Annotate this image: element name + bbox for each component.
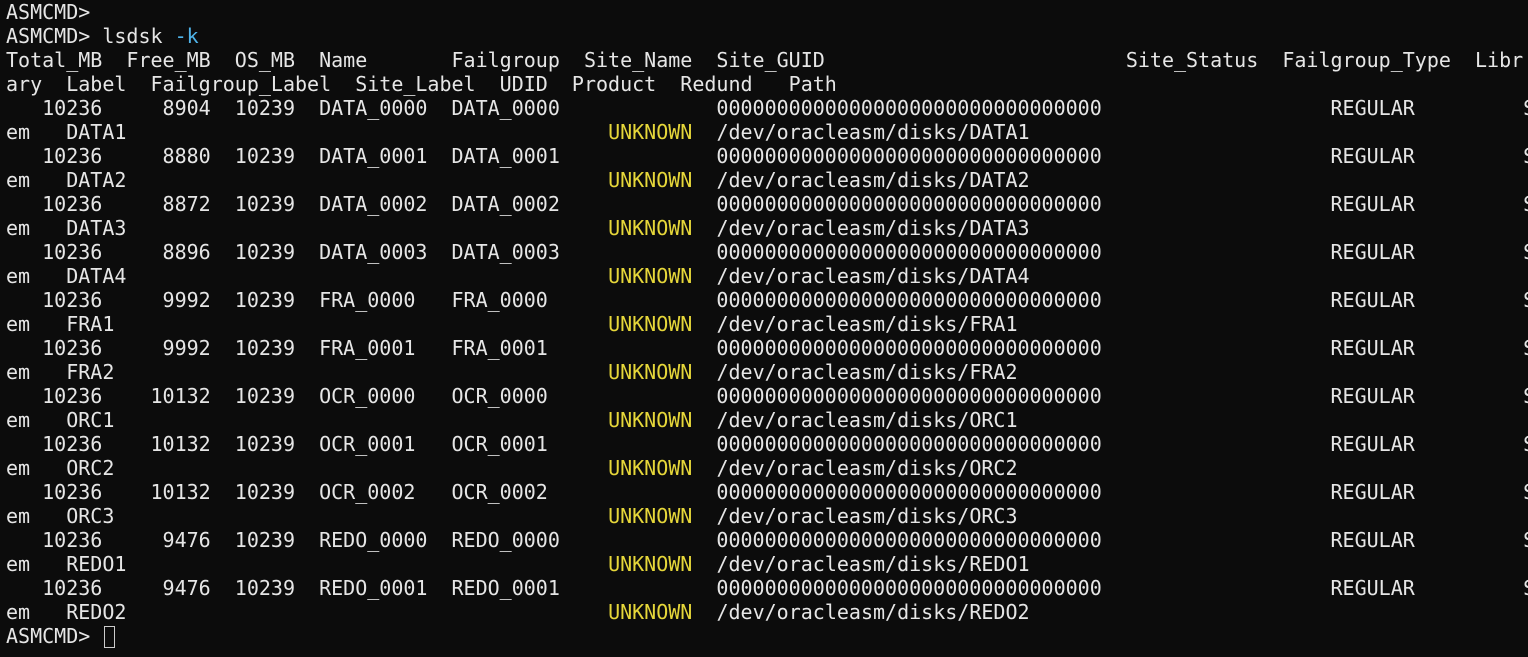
disk-row-wrap-line: em ORC3 UNKNOWN /dev/oracleasm/disks/ORC… [6,504,1528,528]
disk-row-line: 10236 8904 10239 DATA_0000 DATA_0000 000… [6,96,1528,120]
disk-path: /dev/oracleasm/disks/ORC1 [716,408,1018,432]
disk-row-wrap-line: em REDO2 UNKNOWN /dev/oracleasm/disks/RE… [6,600,1528,624]
redundancy-status: UNKNOWN [608,264,693,288]
prompt: ASMCMD> [6,624,91,648]
command-line: ASMCMD> lsdsk -k [6,24,1528,48]
redundancy-status: UNKNOWN [608,600,693,624]
wrap-prefix: em REDO2 [6,600,609,624]
disk-list: 10236 8904 10239 DATA_0000 DATA_0000 000… [6,96,1528,624]
disk-path: /dev/oracleasm/disks/DATA3 [716,216,1030,240]
disk-path: /dev/oracleasm/disks/FRA1 [716,312,1018,336]
wrap-prefix: em ORC1 [6,408,609,432]
redundancy-status: UNKNOWN [608,120,693,144]
wrap-prefix: em DATA4 [6,264,609,288]
disk-row-line: 10236 8880 10239 DATA_0001 DATA_0001 000… [6,144,1528,168]
disk-row-wrap-line: em ORC1 UNKNOWN /dev/oracleasm/disks/ORC… [6,408,1528,432]
wrap-prefix: em REDO1 [6,552,609,576]
redundancy-status: UNKNOWN [608,408,693,432]
wrap-prefix: em FRA2 [6,360,609,384]
disk-row-wrap-line: em DATA3 UNKNOWN /dev/oracleasm/disks/DA… [6,216,1528,240]
wrap-prefix: em DATA3 [6,216,609,240]
disk-row-wrap-line: em DATA1 UNKNOWN /dev/oracleasm/disks/DA… [6,120,1528,144]
header-line-2: ary Label Failgroup_Label Site_Label UDI… [6,72,837,96]
disk-path: /dev/oracleasm/disks/ORC2 [716,456,1018,480]
redundancy-status: UNKNOWN [608,552,693,576]
prompt-line: ASMCMD> [6,0,1528,24]
command: lsdsk [102,24,163,48]
active-prompt-line[interactable]: ASMCMD> [6,624,1528,648]
wrap-prefix: em ORC2 [6,456,609,480]
disk-row-line: 10236 9476 10239 REDO_0000 REDO_0000 000… [6,528,1528,552]
disk-path: /dev/oracleasm/disks/REDO1 [716,552,1030,576]
redundancy-status: UNKNOWN [608,312,693,336]
disk-row-line: 10236 10132 10239 OCR_0001 OCR_0001 0000… [6,432,1528,456]
redundancy-status: UNKNOWN [608,504,693,528]
redundancy-status: UNKNOWN [608,456,693,480]
disk-row-wrap-line: em FRA1 UNKNOWN /dev/oracleasm/disks/FRA… [6,312,1528,336]
disk-row-line: 10236 10132 10239 OCR_0002 OCR_0002 0000… [6,480,1528,504]
disk-path: /dev/oracleasm/disks/DATA2 [716,168,1030,192]
redundancy-status: UNKNOWN [608,360,693,384]
disk-path: /dev/oracleasm/disks/DATA1 [716,120,1030,144]
disk-path: /dev/oracleasm/disks/FRA2 [716,360,1018,384]
wrap-prefix: em DATA2 [6,168,609,192]
disk-row-line: 10236 9992 10239 FRA_0000 FRA_0000 00000… [6,288,1528,312]
disk-path: /dev/oracleasm/disks/ORC3 [716,504,1018,528]
disk-row-wrap-line: em ORC2 UNKNOWN /dev/oracleasm/disks/ORC… [6,456,1528,480]
disk-row-wrap-line: em DATA4 UNKNOWN /dev/oracleasm/disks/DA… [6,264,1528,288]
terminal-window[interactable]: ASMCMD> ASMCMD> lsdsk -k Total_MB Free_M… [0,0,1528,657]
disk-row-line: 10236 9476 10239 REDO_0001 REDO_0001 000… [6,576,1528,600]
disk-row-line: 10236 10132 10239 OCR_0000 OCR_0000 0000… [6,384,1528,408]
wrap-prefix: em DATA1 [6,120,609,144]
disk-row-wrap-line: em REDO1 UNKNOWN /dev/oracleasm/disks/RE… [6,552,1528,576]
disk-row-wrap-line: em FRA2 UNKNOWN /dev/oracleasm/disks/FRA… [6,360,1528,384]
disk-path: /dev/oracleasm/disks/REDO2 [716,600,1030,624]
disk-row-line: 10236 9992 10239 FRA_0001 FRA_0001 00000… [6,336,1528,360]
disk-row-line: 10236 8896 10239 DATA_0003 DATA_0003 000… [6,240,1528,264]
disk-path: /dev/oracleasm/disks/DATA4 [716,264,1030,288]
wrap-prefix: em ORC3 [6,504,609,528]
wrap-prefix: em FRA1 [6,312,609,336]
disk-row-wrap-line: em DATA2 UNKNOWN /dev/oracleasm/disks/DA… [6,168,1528,192]
prompt: ASMCMD> [6,24,91,48]
cursor[interactable] [104,626,116,648]
disk-row-line: 10236 8872 10239 DATA_0002 DATA_0002 000… [6,192,1528,216]
header-line-1: Total_MB Free_MB OS_MB Name Failgroup Si… [6,48,1524,72]
redundancy-status: UNKNOWN [608,168,693,192]
prompt: ASMCMD> [6,0,91,24]
command-flag: -k [174,24,199,48]
redundancy-status: UNKNOWN [608,216,693,240]
